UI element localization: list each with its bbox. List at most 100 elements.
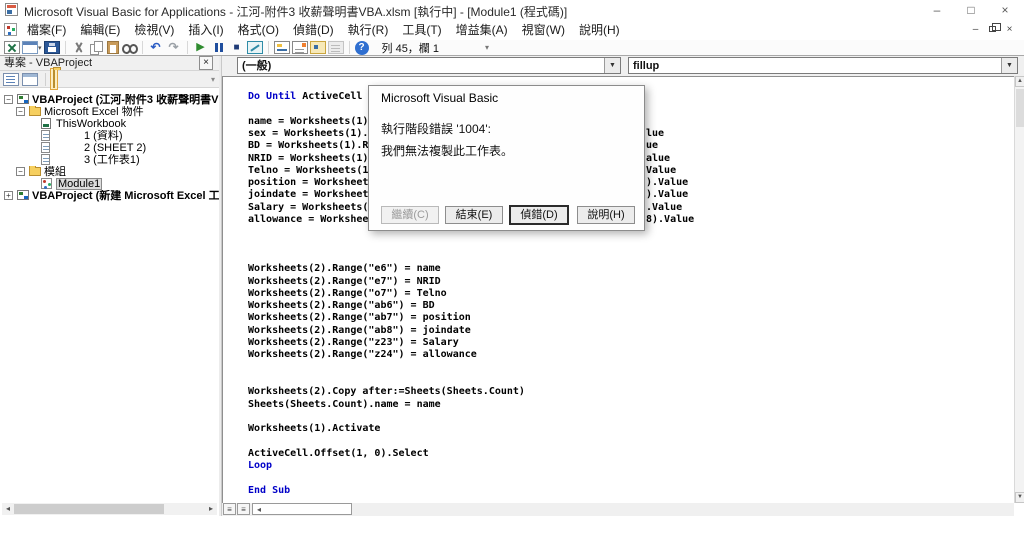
- run-button[interactable]: ▶: [193, 41, 209, 54]
- collapse-icon[interactable]: −: [16, 107, 25, 116]
- tree-item-label: Microsoft Excel 物件: [44, 106, 144, 118]
- code-vertical-scrollbar[interactable]: ▲ ▼: [1014, 76, 1024, 503]
- object-dropdown[interactable]: (一般) ▼: [237, 57, 621, 74]
- project-icon: [17, 190, 29, 200]
- view-microsoft-excel-button[interactable]: [4, 41, 20, 54]
- vba-editor-window: Microsoft Visual Basic for Applications …: [0, 0, 1024, 557]
- maximize-button[interactable]: □: [954, 0, 988, 20]
- tree-item-vbaproject-2[interactable]: + VBAProject (新建 Microsoft Excel 工作表.x: [0, 190, 219, 202]
- help-button[interactable]: 說明(H): [577, 206, 635, 224]
- code-bottom-bar: ≡ ≡ ◂: [222, 503, 1014, 516]
- tree-item-label: VBAProject (江河-附件3 收薪聲明書VBA.x: [32, 94, 219, 106]
- end-button[interactable]: 結束(E): [445, 206, 503, 224]
- menu-insert[interactable]: 插入(I): [181, 20, 230, 40]
- tree-item-label: Module1: [56, 178, 103, 190]
- menu-addins[interactable]: 增益集(A): [449, 20, 515, 40]
- mdi-minimize-button[interactable]: –: [969, 24, 982, 36]
- error-message-text: 我們無法複製此工作表。: [381, 144, 514, 158]
- menu-view[interactable]: 檢視(V): [127, 20, 181, 40]
- view-code-button[interactable]: [3, 72, 19, 86]
- project-explorer-button[interactable]: [273, 41, 290, 54]
- minimize-button[interactable]: –: [920, 0, 954, 20]
- window-controls: – □ ×: [920, 0, 1022, 20]
- tree-item-thisworkbook[interactable]: ThisWorkbook: [0, 118, 219, 130]
- toggle-folders-button[interactable]: [50, 68, 58, 90]
- close-button[interactable]: ×: [988, 0, 1022, 20]
- redo-button[interactable]: ↷: [166, 41, 182, 54]
- runtime-error-dialog: Microsoft Visual Basic 執行階段錯誤 '1004': 我們…: [368, 85, 645, 231]
- mdi-child-icon: [4, 23, 17, 36]
- tree-item-vbaproject-1[interactable]: − VBAProject (江河-附件3 收薪聲明書VBA.x: [0, 94, 219, 106]
- debug-button[interactable]: 偵錯(D): [510, 206, 568, 224]
- standard-toolbar: ▾ ↶↷ ▶ ■ 列 45，欄 1 ▾: [0, 40, 1024, 56]
- window-title: Microsoft Visual Basic for Applications …: [24, 5, 568, 19]
- menu-file[interactable]: 檔案(F): [20, 20, 73, 40]
- line-column-indicator: 列 45，欄 1: [381, 42, 439, 55]
- menu-format[interactable]: 格式(O): [231, 20, 286, 40]
- scroll-left-icon[interactable]: ◂: [2, 503, 14, 515]
- collapse-icon[interactable]: −: [16, 167, 25, 176]
- insert-userform-button[interactable]: [22, 41, 38, 54]
- tree-item-excel-objects-folder[interactable]: − Microsoft Excel 物件: [0, 106, 219, 118]
- help-button[interactable]: [354, 40, 369, 55]
- project-horizontal-scrollbar[interactable]: ◂ ▸: [2, 503, 217, 515]
- undo-button[interactable]: ↶: [148, 41, 164, 54]
- reset-button[interactable]: ■: [229, 41, 245, 54]
- toolbar-overflow-icon[interactable]: ▾: [485, 43, 489, 52]
- scrollbar-thumb[interactable]: [14, 504, 164, 514]
- tree-item-modules-folder[interactable]: − 模組: [0, 166, 219, 178]
- project-icon: [17, 94, 29, 104]
- project-panel-close-button[interactable]: ×: [199, 56, 213, 70]
- mdi-window-controls: – ×: [969, 23, 1016, 36]
- menu-tools[interactable]: 工具(T): [395, 20, 448, 40]
- view-object-button[interactable]: [22, 72, 38, 86]
- chevron-down-icon[interactable]: ▼: [604, 58, 620, 73]
- object-browser-button[interactable]: [309, 41, 326, 54]
- scroll-up-icon[interactable]: ▲: [1015, 76, 1024, 87]
- toolbox-button[interactable]: [327, 41, 344, 54]
- copy-button[interactable]: [89, 41, 105, 55]
- scroll-down-icon[interactable]: ▼: [1015, 492, 1024, 503]
- continue-button[interactable]: 繼續(C): [381, 206, 439, 224]
- menu-help[interactable]: 說明(H): [572, 20, 627, 40]
- expand-icon[interactable]: +: [4, 191, 13, 200]
- project-toolbar-overflow-icon[interactable]: ▾: [211, 75, 215, 84]
- scroll-right-icon[interactable]: ▸: [205, 503, 217, 515]
- paste-button[interactable]: [106, 41, 119, 54]
- full-module-view-button[interactable]: ≡: [237, 503, 250, 515]
- tree-item-module1[interactable]: Module1: [0, 178, 219, 190]
- chevron-down-icon[interactable]: ▼: [1001, 58, 1017, 73]
- menu-debug[interactable]: 偵錯(D): [286, 20, 341, 40]
- tree-item-sheet-1[interactable]: 1 (資料): [0, 130, 219, 142]
- scrollbar-thumb[interactable]: [1016, 89, 1024, 127]
- sheet-icon: [41, 154, 50, 165]
- menu-window[interactable]: 視窗(W): [515, 20, 572, 40]
- menu-run[interactable]: 執行(R): [341, 20, 396, 40]
- tree-item-label: VBAProject (新建 Microsoft Excel 工作表.x: [32, 190, 219, 202]
- menu-bar: 檔案(F) 編輯(E) 檢視(V) 插入(I) 格式(O) 偵錯(D) 執行(R) 工具(T)…: [0, 20, 1024, 40]
- design-mode-button[interactable]: [246, 41, 263, 54]
- toolbar-separator: [348, 41, 350, 54]
- toolbar-separator: [267, 41, 269, 54]
- procedure-dropdown[interactable]: fillup ▼: [628, 57, 1018, 74]
- collapse-icon[interactable]: −: [4, 95, 13, 104]
- cut-button[interactable]: [71, 41, 87, 54]
- tree-item-sheet-2[interactable]: 2 (SHEET 2): [0, 142, 219, 154]
- mdi-close-button[interactable]: ×: [1003, 24, 1016, 36]
- scroll-left-icon[interactable]: ◂: [253, 504, 265, 516]
- break-button[interactable]: [211, 41, 227, 54]
- procedure-view-button[interactable]: ≡: [223, 503, 236, 515]
- procedure-dropdown-value: fillup: [633, 60, 660, 72]
- mdi-restore-button[interactable]: [986, 23, 1001, 36]
- menu-edit[interactable]: 編輯(E): [73, 20, 127, 40]
- toolbar-separator: [45, 72, 46, 86]
- toggle-folders-icon: [53, 69, 55, 88]
- error-code-text: 執行階段錯誤 '1004':: [381, 122, 491, 136]
- code-horizontal-scrollbar[interactable]: ◂: [252, 503, 352, 515]
- save-button[interactable]: [43, 41, 60, 54]
- tree-item-sheet-3[interactable]: 3 (工作表1): [0, 154, 219, 166]
- find-button[interactable]: [121, 41, 138, 54]
- folder-icon: [29, 106, 41, 116]
- properties-window-button[interactable]: [291, 41, 308, 54]
- chevron-down-icon[interactable]: ▾: [38, 44, 42, 52]
